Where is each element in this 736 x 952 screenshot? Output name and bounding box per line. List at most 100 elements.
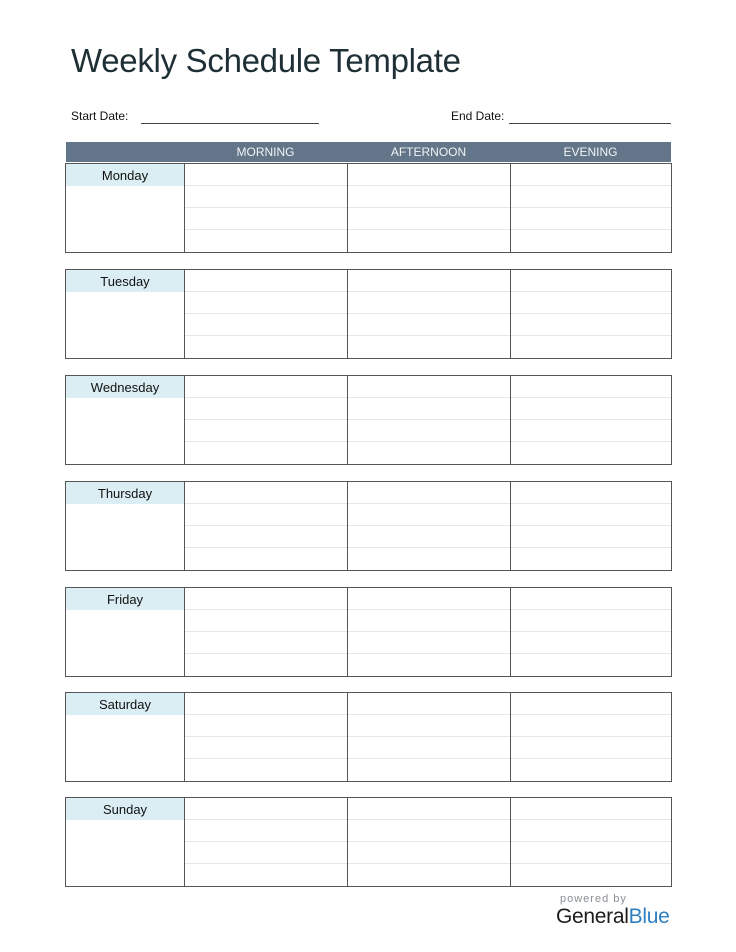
- schedule-slot[interactable]: [511, 336, 671, 358]
- schedule-slot[interactable]: [185, 798, 347, 820]
- schedule-slot[interactable]: [511, 693, 671, 715]
- morning-column: [185, 164, 348, 252]
- schedule-slot[interactable]: [348, 864, 510, 886]
- schedule-slot[interactable]: [348, 693, 510, 715]
- day-label: Monday: [66, 164, 184, 186]
- afternoon-column: [348, 588, 511, 676]
- schedule-slot[interactable]: [511, 186, 671, 208]
- schedule-slot[interactable]: [348, 842, 510, 864]
- schedule-slot[interactable]: [185, 314, 347, 336]
- schedule-slot[interactable]: [511, 208, 671, 230]
- schedule-slot[interactable]: [348, 292, 510, 314]
- schedule-slot[interactable]: [511, 715, 671, 737]
- schedule-slot[interactable]: [185, 842, 347, 864]
- schedule-slot[interactable]: [185, 208, 347, 230]
- schedule-slot[interactable]: [348, 526, 510, 548]
- schedule-slot[interactable]: [348, 654, 510, 676]
- schedule-slot[interactable]: [348, 314, 510, 336]
- schedule-slot[interactable]: [185, 715, 347, 737]
- schedule-slot[interactable]: [185, 186, 347, 208]
- schedule-slot[interactable]: [511, 654, 671, 676]
- afternoon-column: [348, 693, 511, 781]
- schedule-slot[interactable]: [511, 164, 671, 186]
- schedule-slot[interactable]: [348, 336, 510, 358]
- schedule-slot[interactable]: [185, 588, 347, 610]
- schedule-slot[interactable]: [511, 632, 671, 654]
- schedule-slot[interactable]: [185, 737, 347, 759]
- schedule-slot[interactable]: [348, 610, 510, 632]
- schedule-slot[interactable]: [185, 292, 347, 314]
- day-label-column: Saturday: [66, 693, 185, 781]
- schedule-slot[interactable]: [185, 632, 347, 654]
- schedule-slot[interactable]: [348, 737, 510, 759]
- schedule-slot[interactable]: [348, 420, 510, 442]
- morning-column: [185, 588, 348, 676]
- schedule-slot[interactable]: [511, 588, 671, 610]
- schedule-slot[interactable]: [511, 270, 671, 292]
- day-block-thursday: Thursday: [65, 481, 672, 571]
- schedule-slot[interactable]: [511, 398, 671, 420]
- schedule-slot[interactable]: [185, 654, 347, 676]
- schedule-slot[interactable]: [185, 164, 347, 186]
- end-date-label: End Date:: [451, 109, 505, 123]
- schedule-slot[interactable]: [511, 610, 671, 632]
- day-label-column: Friday: [66, 588, 185, 676]
- schedule-slot[interactable]: [185, 526, 347, 548]
- schedule-slot[interactable]: [185, 864, 347, 886]
- schedule-slot[interactable]: [511, 548, 671, 570]
- schedule-slot[interactable]: [511, 526, 671, 548]
- schedule-slot[interactable]: [185, 420, 347, 442]
- generalblue-logo: GeneralBlue: [556, 905, 670, 929]
- schedule-slot[interactable]: [185, 610, 347, 632]
- schedule-slot[interactable]: [348, 376, 510, 398]
- schedule-slot[interactable]: [348, 208, 510, 230]
- schedule-slot[interactable]: [348, 270, 510, 292]
- schedule-slot[interactable]: [185, 504, 347, 526]
- schedule-slot[interactable]: [185, 376, 347, 398]
- schedule-slot[interactable]: [348, 164, 510, 186]
- schedule-slot[interactable]: [185, 693, 347, 715]
- schedule-slot[interactable]: [185, 759, 347, 781]
- schedule-slot[interactable]: [348, 482, 510, 504]
- schedule-slot[interactable]: [185, 270, 347, 292]
- schedule-slot[interactable]: [348, 548, 510, 570]
- morning-column: [185, 376, 348, 464]
- schedule-slot[interactable]: [511, 798, 671, 820]
- schedule-slot[interactable]: [511, 314, 671, 336]
- schedule-slot[interactable]: [348, 186, 510, 208]
- schedule-slot[interactable]: [511, 292, 671, 314]
- schedule-slot[interactable]: [185, 398, 347, 420]
- schedule-slot[interactable]: [185, 442, 347, 464]
- schedule-slot[interactable]: [511, 759, 671, 781]
- end-date-field[interactable]: [509, 123, 671, 124]
- schedule-slot[interactable]: [185, 230, 347, 252]
- schedule-slot[interactable]: [511, 420, 671, 442]
- schedule-slot[interactable]: [348, 398, 510, 420]
- schedule-slot[interactable]: [348, 715, 510, 737]
- start-date-field[interactable]: [141, 123, 319, 124]
- schedule-slot[interactable]: [348, 442, 510, 464]
- schedule-slot[interactable]: [348, 632, 510, 654]
- schedule-slot[interactable]: [348, 230, 510, 252]
- morning-column: [185, 693, 348, 781]
- schedule-slot[interactable]: [348, 759, 510, 781]
- schedule-slot[interactable]: [511, 820, 671, 842]
- schedule-slot[interactable]: [511, 864, 671, 886]
- schedule-slot[interactable]: [511, 482, 671, 504]
- schedule-slot[interactable]: [348, 504, 510, 526]
- schedule-slot[interactable]: [348, 588, 510, 610]
- schedule-slot[interactable]: [348, 798, 510, 820]
- schedule-slot[interactable]: [185, 548, 347, 570]
- schedule-slot[interactable]: [511, 376, 671, 398]
- schedule-slot[interactable]: [511, 737, 671, 759]
- schedule-slot[interactable]: [348, 820, 510, 842]
- schedule-slot[interactable]: [185, 820, 347, 842]
- day-label: Thursday: [66, 482, 184, 504]
- schedule-slot[interactable]: [511, 442, 671, 464]
- morning-column: [185, 270, 348, 358]
- schedule-slot[interactable]: [511, 504, 671, 526]
- schedule-slot[interactable]: [185, 336, 347, 358]
- schedule-slot[interactable]: [511, 230, 671, 252]
- schedule-slot[interactable]: [185, 482, 347, 504]
- schedule-slot[interactable]: [511, 842, 671, 864]
